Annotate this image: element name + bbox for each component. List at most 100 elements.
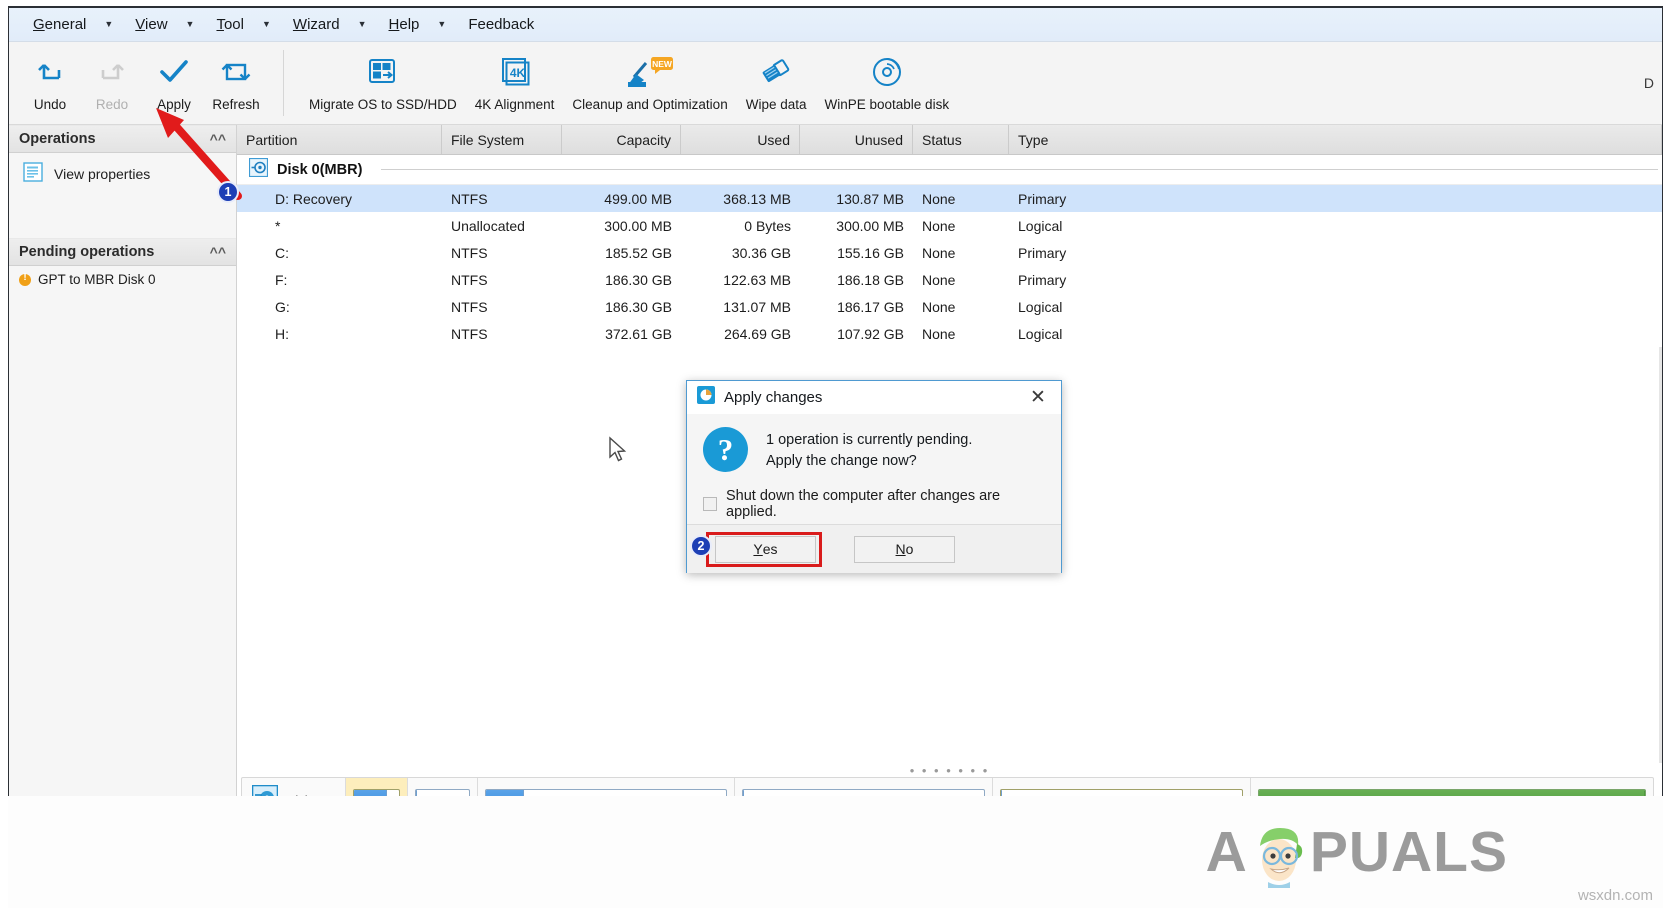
sidebar-spacer [9, 194, 236, 238]
menu-view-label: iew [145, 16, 168, 33]
yes-button[interactable]: Yes [715, 536, 816, 563]
col-type[interactable]: Type [1009, 125, 1662, 154]
cell-capacity: 372.61 GB [562, 320, 681, 347]
redo-label: Redo [96, 97, 128, 112]
apply-changes-dialog: Apply changes ✕ ? 1 operation is current… [686, 380, 1062, 573]
winpe-bootable-disk-label: WinPE bootable disk [825, 97, 950, 112]
cell-used: 264.69 GB [681, 320, 800, 347]
cell-unused: 107.92 GB [800, 320, 913, 347]
shutdown-checkbox[interactable] [703, 497, 717, 511]
cell-used: 0 Bytes [681, 212, 800, 239]
footer-watermark-area: A PUALS wsxdn.com [8, 796, 1663, 908]
question-mark-icon: ? [703, 427, 748, 472]
menu-tool-label: ool [224, 16, 244, 33]
logo-text-leading: A [1206, 824, 1248, 881]
toolbar-overflow-label: D [1644, 75, 1654, 91]
close-icon[interactable]: ✕ [1023, 385, 1053, 411]
app-root: General ▼ View ▼ Tool ▼ Wizard ▼ Help ▼ … [0, 0, 1671, 915]
cell-partition: H: [237, 320, 442, 347]
yes-button-label: es [763, 541, 778, 557]
dialog-body: ? 1 operation is currently pending. Appl… [687, 414, 1061, 524]
4k-alignment-button[interactable]: 4K 4K Alignment [466, 49, 564, 112]
col-status[interactable]: Status [913, 125, 1009, 154]
cell-partition: G: [237, 293, 442, 320]
apply-button[interactable]: Apply [143, 49, 205, 112]
apply-label: Apply [157, 97, 191, 112]
pending-operation-item[interactable]: GPT to MBR Disk 0 [9, 266, 236, 293]
cell-unused: 130.87 MB [800, 185, 913, 212]
menu-wizard-caret-icon[interactable]: ▼ [358, 20, 367, 29]
table-row[interactable]: H: NTFS 372.61 GB 264.69 GB 107.92 GB No… [237, 320, 1662, 347]
cell-capacity: 499.00 MB [562, 185, 681, 212]
menu-view[interactable]: View [129, 14, 173, 35]
cell-used: 30.36 GB [681, 239, 800, 266]
shutdown-checkbox-row[interactable]: Shut down the computer after changes are… [703, 488, 1045, 520]
cell-unused: 155.16 GB [800, 239, 913, 266]
cell-status: None [913, 185, 1009, 212]
cell-unused: 186.18 GB [800, 266, 913, 293]
cell-status: None [913, 266, 1009, 293]
menu-help[interactable]: Help [383, 14, 426, 35]
menu-help-caret-icon[interactable]: ▼ [437, 20, 446, 29]
table-row[interactable]: G: NTFS 186.30 GB 131.07 MB 186.17 GB No… [237, 293, 1662, 320]
cell-capacity: 300.00 MB [562, 212, 681, 239]
col-partition[interactable]: Partition [237, 125, 442, 154]
migrate-os-button[interactable]: Migrate OS to SSD/HDD [300, 49, 466, 112]
cell-partition: * [237, 212, 442, 239]
sidebar-section-pending-header[interactable]: Pending operations ^^ [9, 238, 236, 266]
annotation-badge-1: 1 [217, 181, 239, 203]
no-button[interactable]: No [854, 536, 955, 563]
menu-feedback[interactable]: Feedback [462, 14, 540, 35]
cell-status: None [913, 293, 1009, 320]
menu-general[interactable]: General [27, 14, 92, 35]
menu-wizard-label: izard [307, 16, 340, 33]
cell-fs: NTFS [442, 266, 562, 293]
panel-splitter[interactable]: • • • • • • • [237, 763, 1662, 777]
chevron-up-icon[interactable]: ^^ [210, 131, 226, 147]
table-row[interactable]: F: NTFS 186.30 GB 122.63 MB 186.18 GB No… [237, 266, 1662, 293]
refresh-button[interactable]: Refresh [205, 49, 267, 112]
cell-status: None [913, 320, 1009, 347]
cleanup-optimization-button[interactable]: NEW Cleanup and Optimization [563, 49, 736, 112]
menu-tool[interactable]: Tool [210, 14, 250, 35]
menu-tool-caret-icon[interactable]: ▼ [262, 20, 271, 29]
cell-status: None [913, 239, 1009, 266]
winpe-bootable-disk-button[interactable]: WinPE bootable disk [816, 49, 959, 112]
cell-type: Primary [1009, 185, 1662, 212]
cell-type: Logical [1009, 293, 1662, 320]
chevron-up-icon-pending[interactable]: ^^ [210, 244, 226, 260]
table-row[interactable]: C: NTFS 185.52 GB 30.36 GB 155.16 GB Non… [237, 239, 1662, 266]
redo-button[interactable]: Redo [81, 49, 143, 112]
menu-general-caret-icon[interactable]: ▼ [104, 20, 113, 29]
menu-wizard[interactable]: Wizard [287, 14, 346, 35]
cell-fs: NTFS [442, 239, 562, 266]
cell-partition: F: [237, 266, 442, 293]
wipe-data-label: Wipe data [746, 97, 807, 112]
cell-type: Primary [1009, 239, 1662, 266]
col-unused[interactable]: Unused [800, 125, 913, 154]
cleanup-optimization-label: Cleanup and Optimization [572, 97, 727, 112]
sidebar-section-operations-header[interactable]: Operations ^^ [9, 125, 236, 153]
col-capacity[interactable]: Capacity [562, 125, 681, 154]
table-row[interactable]: * Unallocated 300.00 MB 0 Bytes 300.00 M… [237, 212, 1662, 239]
sidebar-pending-title: Pending operations [19, 244, 154, 260]
wipe-data-button[interactable]: Wipe data [737, 49, 816, 112]
menu-view-caret-icon[interactable]: ▼ [186, 20, 195, 29]
apply-changes-icon [697, 386, 715, 409]
col-used[interactable]: Used [681, 125, 800, 154]
checkmark-icon [158, 54, 190, 90]
disk-group-label: Disk 0(MBR) [277, 162, 362, 178]
vertical-scrollbar[interactable] [1659, 347, 1662, 763]
col-file-system[interactable]: File System [442, 125, 562, 154]
disk-group-row[interactable]: Disk 0(MBR) [237, 155, 1662, 185]
refresh-label: Refresh [212, 97, 259, 112]
migrate-os-icon [366, 54, 400, 90]
sidebar-item-view-properties[interactable]: View properties [9, 153, 236, 194]
table-row[interactable]: D: Recovery NTFS 499.00 MB 368.13 MB 130… [237, 185, 1662, 212]
toolbar-overflow[interactable]: D [1644, 42, 1662, 124]
menu-general-label: eneral [45, 16, 87, 33]
sidebar: Operations ^^ View properties [9, 125, 237, 865]
sidebar-item-view-properties-label: View properties [54, 166, 150, 182]
undo-button[interactable]: Undo [19, 49, 81, 112]
eraser-wipe-icon [756, 54, 796, 90]
